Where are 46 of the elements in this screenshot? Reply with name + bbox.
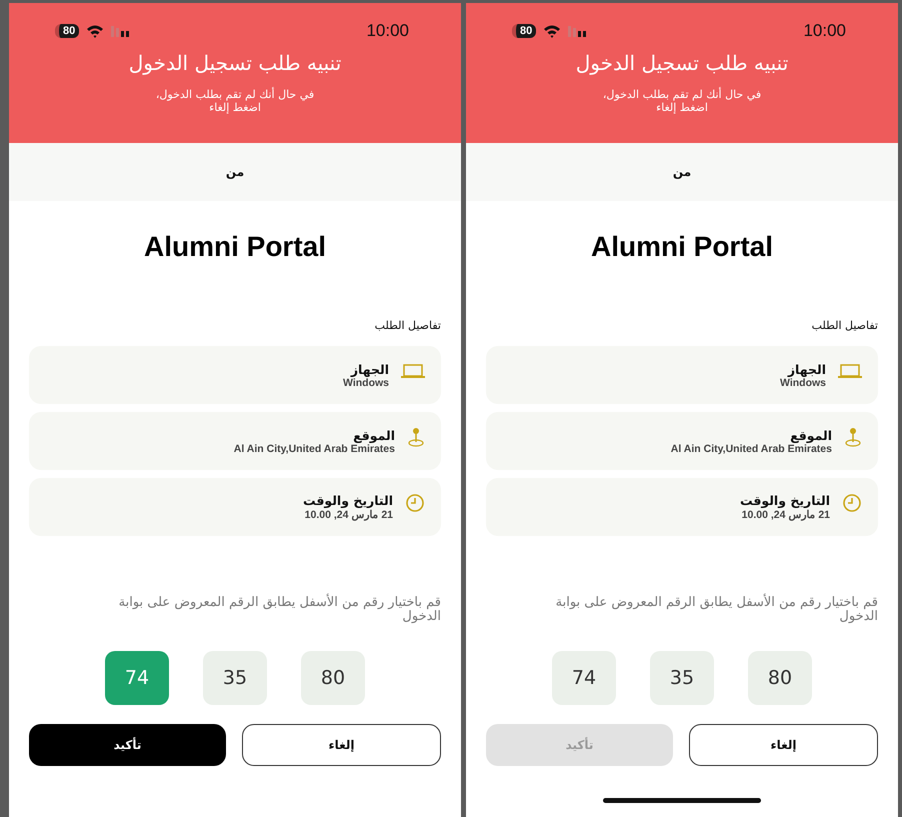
number-option[interactable]: 80 bbox=[748, 650, 812, 705]
cancel-button[interactable]: إلغاء bbox=[242, 724, 441, 766]
wifi-icon bbox=[86, 24, 104, 38]
location-pin-icon bbox=[407, 427, 425, 447]
detail-value: Windows bbox=[780, 376, 826, 388]
cancel-button[interactable]: إلغاء bbox=[689, 724, 878, 766]
alert-subtitle: في حال أنك لم تقم بطلب الدخول، اضغط إلغاء bbox=[156, 89, 314, 114]
from-label: من bbox=[226, 165, 244, 179]
clock-icon bbox=[842, 493, 862, 513]
app-name: Alumni Portal bbox=[590, 231, 774, 263]
number-option[interactable]: 35 bbox=[203, 650, 267, 705]
detail-value: Al Ain City,United Arab Emirates bbox=[670, 442, 832, 454]
alert-title: تنبيه طلب تسجيل الدخول bbox=[128, 51, 342, 75]
detail-label: الموقع bbox=[790, 428, 832, 442]
number-option[interactable]: 74 bbox=[552, 650, 616, 705]
alert-title: تنبيه طلب تسجيل الدخول bbox=[576, 51, 788, 75]
alert-subtitle: في حال أنك لم تقم بطلب الدخول، اضغط إلغاء bbox=[602, 89, 762, 114]
wifi-icon bbox=[543, 24, 562, 38]
from-label: من bbox=[672, 165, 692, 179]
signal-icon bbox=[111, 26, 130, 36]
confirm-button[interactable]: تأكيد bbox=[29, 724, 226, 766]
detail-value: 21 مارس 24, 10.00 bbox=[742, 508, 830, 521]
clock-icon bbox=[405, 493, 425, 513]
detail-value: Windows bbox=[343, 376, 389, 388]
instruction-text: قم باختيار رقم من الأسفل يطابق الرقم المعروض على بوابة الدخول bbox=[118, 596, 441, 625]
status-time: 10:00 bbox=[803, 21, 846, 41]
detail-label: الموقع bbox=[353, 428, 395, 442]
instruction-text: قم باختيار رقم من الأسفل يطابق الرقم المعروض على بوابة الدخول bbox=[554, 596, 878, 625]
detail-label: التاريخ والوقت bbox=[302, 493, 393, 508]
laptop-icon bbox=[401, 363, 425, 379]
signal-icon bbox=[568, 26, 586, 36]
detail-label: الجهاز bbox=[350, 362, 389, 376]
number-option[interactable]: 35 bbox=[650, 650, 714, 705]
details-heading: تفاصيل الطلب bbox=[812, 319, 878, 332]
battery-indicator: 80 bbox=[55, 24, 80, 38]
app-name: Alumni Portal bbox=[142, 231, 327, 263]
detail-value: 21 مارس 24, 10.00 bbox=[304, 508, 393, 521]
number-option[interactable]: 80 bbox=[301, 650, 365, 705]
detail-label: الجهاز bbox=[788, 362, 826, 376]
laptop-icon bbox=[838, 363, 862, 379]
battery-indicator: 80 bbox=[512, 24, 536, 38]
detail-value: Al Ain City,United Arab Emirates bbox=[234, 442, 395, 454]
location-pin-icon bbox=[844, 427, 862, 447]
status-time: 10:00 bbox=[366, 21, 409, 41]
details-heading: تفاصيل الطلب bbox=[374, 319, 441, 332]
detail-label: التاريخ والوقت bbox=[740, 493, 830, 508]
